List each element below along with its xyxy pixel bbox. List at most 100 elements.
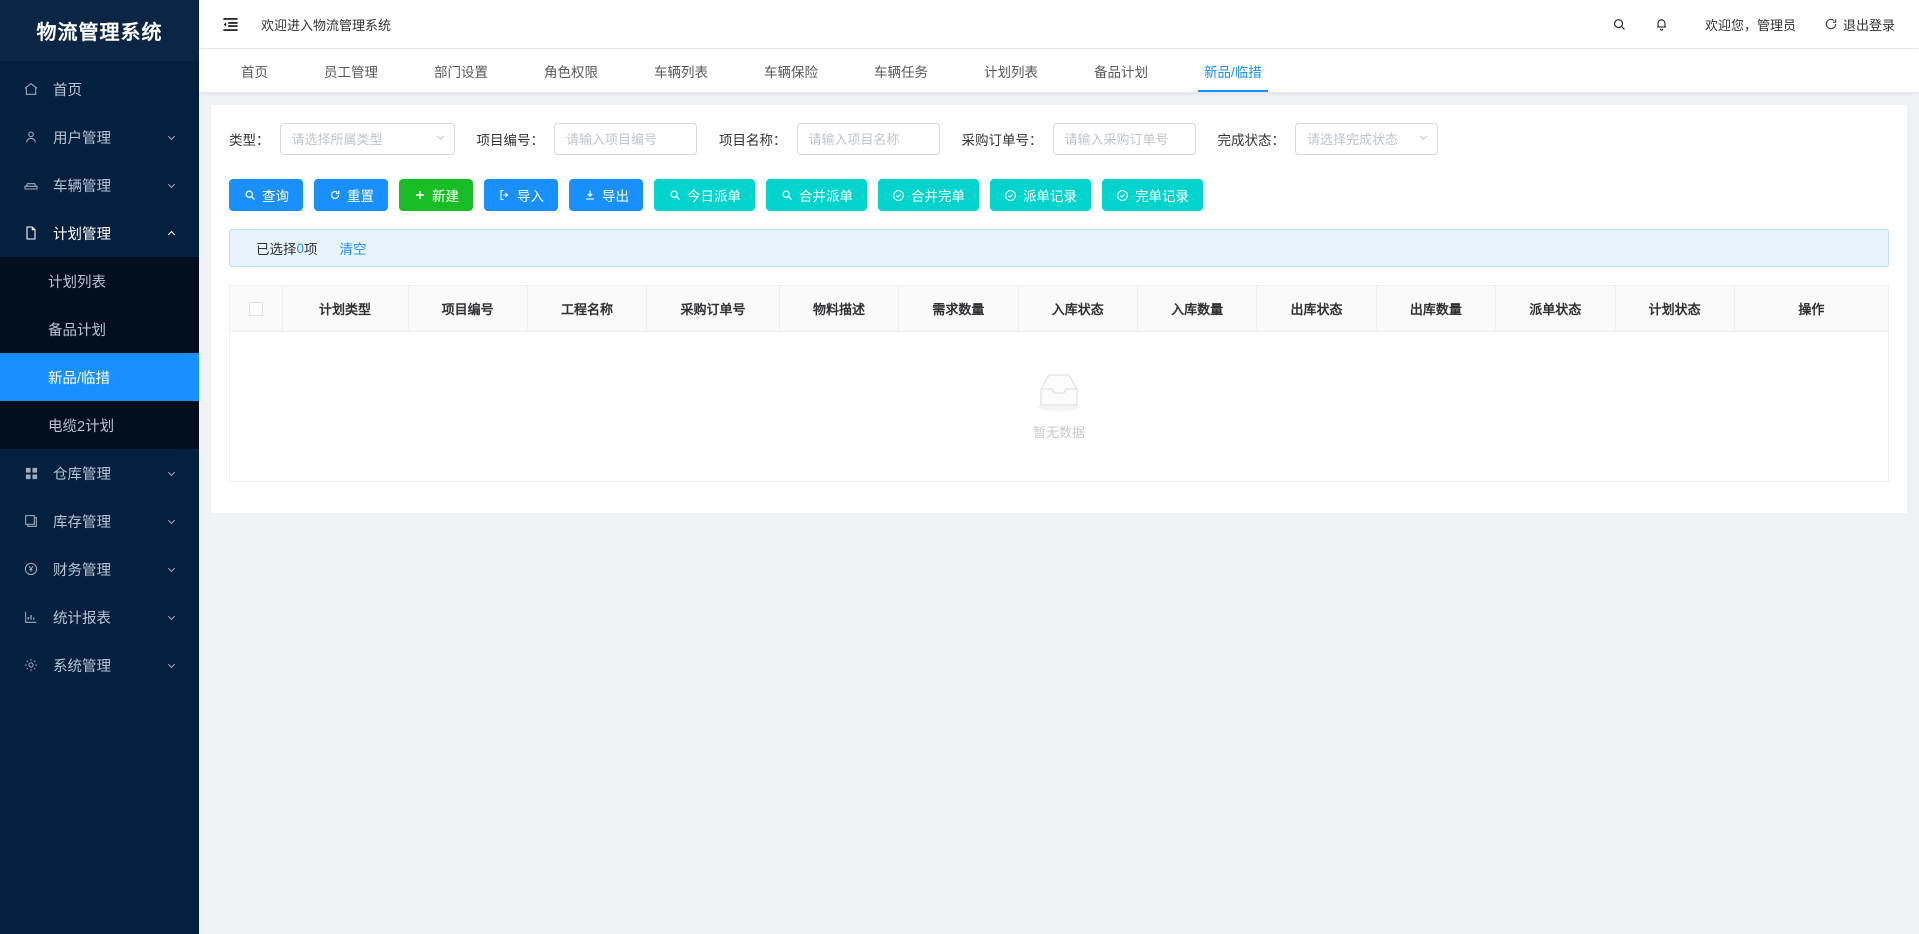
document-icon: [21, 223, 41, 243]
sidebar-subitem-plan-list[interactable]: 计划列表: [0, 257, 199, 305]
complete-record-button[interactable]: 完单记录: [1102, 179, 1203, 211]
tab-vehicle-insurance[interactable]: 车辆保险: [736, 49, 846, 92]
sidebar-item-label: 系统管理: [53, 658, 111, 675]
sidebar-item-label: 仓库管理: [53, 466, 111, 483]
sidebar-subitem-spare-plan[interactable]: 备品计划: [0, 305, 199, 353]
button-label: 查询: [262, 189, 289, 204]
filter-purchase-order-no-label: 采购订单号：: [961, 133, 1043, 148]
column-header-demand-qty[interactable]: 需求数量: [898, 286, 1019, 332]
tab-home[interactable]: 首页: [213, 49, 296, 92]
complete-status-select[interactable]: [1295, 123, 1438, 155]
column-header-plan-type[interactable]: 计划类型: [282, 286, 409, 332]
gear-icon: [21, 655, 41, 675]
brand-title: 物流管理系统: [0, 0, 199, 61]
sidebar-subitem-cable2-plan[interactable]: 电缆2计划: [0, 401, 199, 449]
create-button[interactable]: 新建: [399, 179, 473, 211]
column-header-inbound-status[interactable]: 入库状态: [1018, 286, 1139, 332]
download-icon: [583, 189, 596, 202]
tab-employee-management[interactable]: 员工管理: [296, 49, 406, 92]
sidebar-submenu-plan-management: 计划列表 备品计划 新品/临措 电缆2计划: [0, 257, 199, 449]
query-button[interactable]: 查询: [229, 179, 303, 211]
tab-bar: 首页 员工管理 部门设置 角色权限 车辆列表 车辆保险 车辆任务 计划列表 备品…: [199, 49, 1919, 93]
tab-plan-list[interactable]: 计划列表: [956, 49, 1066, 92]
dispatch-record-button[interactable]: 派单记录: [990, 179, 1091, 211]
column-header-material-desc[interactable]: 物料描述: [779, 286, 900, 332]
merge-dispatch-button[interactable]: 合并派单: [766, 179, 867, 211]
refresh-icon: [328, 189, 341, 202]
filter-complete-status-select-wrap: [1295, 123, 1438, 155]
import-button[interactable]: 导入: [484, 179, 558, 211]
reset-button[interactable]: 重置: [314, 179, 388, 211]
empty-state-label: 暂无数据: [1032, 425, 1085, 440]
check-circle-icon: [892, 189, 905, 202]
sidebar-item-vehicle-management[interactable]: 车辆管理: [0, 161, 199, 209]
sidebar-item-plan-management[interactable]: 计划管理: [0, 209, 199, 257]
box-icon: [21, 511, 41, 531]
button-label: 导入: [517, 189, 544, 204]
column-header-dispatch-status[interactable]: 派单状态: [1495, 286, 1616, 332]
sidebar-item-label: 车辆管理: [53, 178, 111, 195]
column-header-outbound-qty[interactable]: 出库数量: [1376, 286, 1497, 332]
button-label: 新建: [432, 189, 459, 204]
clear-selection-link[interactable]: 清空: [340, 238, 367, 258]
tab-new-temp[interactable]: 新品/临措: [1176, 49, 1290, 92]
empty-state-row: 暂无数据: [230, 331, 1888, 482]
sidebar-item-user-management[interactable]: 用户管理: [0, 113, 199, 161]
sidebar-menu: 首页 用户管理 车辆管理 计划管理 计划列表 备品计划 新品/临措 电缆2计划 …: [0, 61, 199, 934]
sidebar-item-finance-management[interactable]: 财务管理: [0, 545, 199, 593]
user-icon: [21, 127, 41, 147]
data-table: 计划类型 项目编号 工程名称 采购订单号 物料描述 需求数量 入库状态 入库数量…: [230, 286, 1888, 482]
tab-vehicle-list[interactable]: 车辆列表: [626, 49, 736, 92]
project-name-input[interactable]: [796, 123, 940, 155]
column-header-project-no[interactable]: 项目编号: [408, 286, 528, 332]
logout-icon: [1824, 17, 1838, 31]
tab-department-settings[interactable]: 部门设置: [406, 49, 516, 92]
content-area: 类型： 项目编号： 项目名称：: [199, 93, 1919, 934]
selection-prefix: 已选择: [256, 242, 297, 257]
bell-icon[interactable]: [1641, 4, 1683, 44]
table-body: 暂无数据: [230, 331, 1888, 482]
merge-complete-button[interactable]: 合并完单: [878, 179, 979, 211]
empty-inbox-icon: [1027, 371, 1091, 418]
project-no-input[interactable]: [554, 123, 697, 155]
logout-button[interactable]: 退出登录: [1824, 15, 1895, 34]
filter-complete-status: 完成状态：: [1218, 123, 1438, 155]
sidebar-item-statistics-report[interactable]: 统计报表: [0, 593, 199, 641]
column-header-operation[interactable]: 操作: [1734, 286, 1888, 332]
tab-spare-plan[interactable]: 备品计划: [1066, 49, 1176, 92]
selection-count: 0: [296, 240, 305, 256]
search-icon[interactable]: [1599, 4, 1641, 44]
selection-suffix: 项: [304, 242, 318, 257]
sidebar: 物流管理系统 首页 用户管理 车辆管理 计划管理 计划列表 备品计划 新品/临措…: [0, 0, 199, 934]
export-button[interactable]: 导出: [569, 179, 643, 211]
data-table-wrapper: 计划类型 项目编号 工程名称 采购订单号 物料描述 需求数量 入库状态 入库数量…: [229, 285, 1889, 482]
filter-purchase-order-no: 采购订单号：: [962, 123, 1196, 155]
sidebar-item-label: 首页: [53, 82, 82, 99]
column-header-purchase-order-no[interactable]: 采购订单号: [646, 286, 780, 332]
filter-project-no: 项目编号：: [476, 123, 697, 155]
plus-icon: [413, 189, 426, 202]
filter-project-no-label: 项目编号：: [476, 133, 545, 148]
column-header-outbound-status[interactable]: 出库状态: [1256, 286, 1377, 332]
sidebar-item-label: 财务管理: [53, 562, 111, 579]
home-icon: [21, 79, 41, 99]
menu-fold-icon[interactable]: [219, 13, 241, 35]
tab-vehicle-task[interactable]: 车辆任务: [846, 49, 956, 92]
column-header-plan-status[interactable]: 计划状态: [1615, 286, 1735, 332]
column-header-engineering-name[interactable]: 工程名称: [527, 286, 648, 332]
tab-role-permission[interactable]: 角色权限: [516, 49, 626, 92]
column-header-inbound-qty[interactable]: 入库数量: [1137, 286, 1258, 332]
sidebar-item-home[interactable]: 首页: [0, 65, 199, 113]
sidebar-subitem-new-temp[interactable]: 新品/临措: [0, 353, 199, 401]
sidebar-item-warehouse-management[interactable]: 仓库管理: [0, 449, 199, 497]
sidebar-item-system-management[interactable]: 系统管理: [0, 641, 199, 689]
search-icon: [668, 189, 681, 202]
sidebar-item-inventory-management[interactable]: 库存管理: [0, 497, 199, 545]
select-all-checkbox[interactable]: [248, 302, 263, 317]
type-select[interactable]: [279, 123, 455, 155]
search-icon: [243, 189, 256, 202]
today-dispatch-button[interactable]: 今日派单: [654, 179, 755, 211]
sidebar-item-label: 库存管理: [53, 514, 111, 531]
purchase-order-no-input[interactable]: [1052, 123, 1196, 155]
button-label: 重置: [347, 189, 374, 204]
